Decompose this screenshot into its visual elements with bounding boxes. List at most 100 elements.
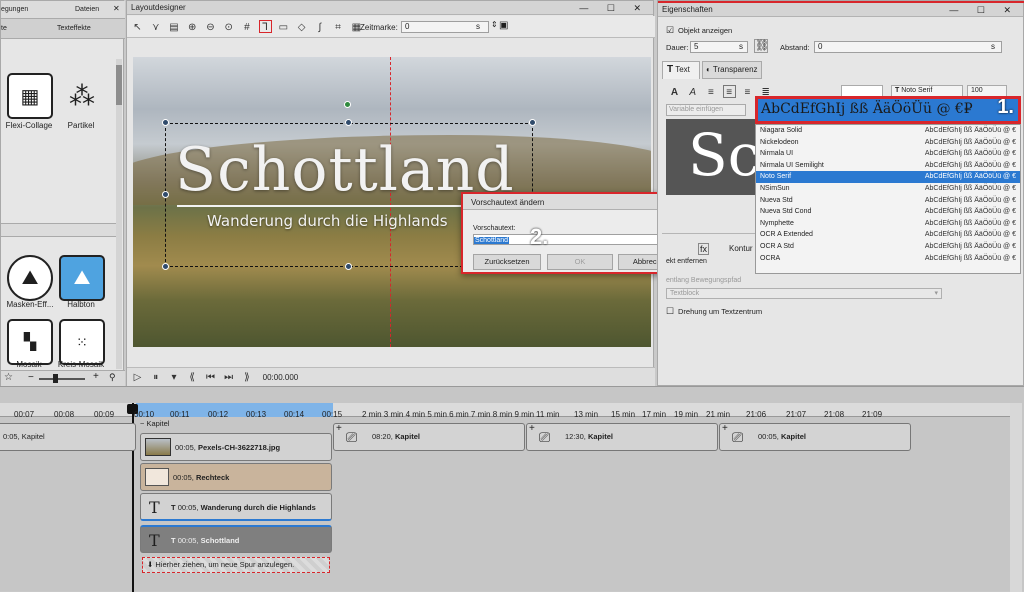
halftone-icon[interactable]: ⛰ [59,255,105,301]
search-icon[interactable]: ⚲ [109,372,116,383]
track-time: 00:05, [177,503,199,512]
font-option[interactable]: OCR A Extended AbCdEfGhIj ßß ÄäÖöÜü @ € [756,229,1020,241]
crop-icon[interactable]: ⌗ [332,21,345,34]
flexi-collage-icon[interactable]: ▦ [7,73,53,119]
duration-input[interactable]: 5 s [690,41,748,53]
zoom-out-icon[interactable]: − [28,372,34,383]
zeitmarke-input[interactable]: 0 s [401,21,489,33]
tab-effekte[interactable]: te [1,25,7,32]
mosaic-icon[interactable]: ▚ [7,319,53,365]
font-option[interactable]: Niagara Solid AbCdEfGhIj ßß ÄäÖöÜü @ € [756,125,1020,137]
align-left-icon[interactable]: ≡ [704,86,717,99]
add-icon[interactable]: + [722,416,728,442]
zoom-slider[interactable] [39,378,85,380]
clip-time: 08:20, [372,432,393,441]
font-option[interactable]: Nymphette AbCdEfGhIj ßß ÄäÖöÜü @ € [756,218,1020,230]
camera-icon[interactable]: ▭ [277,21,290,34]
grid-toggle-icon[interactable]: ▤ [167,21,180,34]
panel-title: Eigenschaften — ☐ ✕ [658,3,1023,17]
link-icon[interactable]: ⛓ [754,39,769,53]
font-option[interactable]: Nickelodeon AbCdEfGhIj ßß ÄäÖöÜü @ € [756,137,1020,149]
textblock-select[interactable]: Textblock ▾ [666,288,942,299]
grid-icon[interactable]: # [240,21,253,34]
timeline-scrollbar[interactable] [1010,403,1022,592]
add-keyframe-icon[interactable]: ◇ [295,21,308,34]
previous-icon[interactable]: ⟪ [186,371,199,384]
text-track-selected[interactable]: T T 00:05, Schottland [140,525,332,553]
shape-track[interactable]: 00:05, Rechteck [140,463,332,491]
zoom-in-icon[interactable]: + [93,371,99,382]
tab-transparency[interactable]: ◐ Transparenz [702,61,762,79]
chapter-clip[interactable]: 0:05, Kapitel [0,423,136,451]
font-option[interactable]: Nirmala UI Semilight AbCdEfGhIj ßß ÄäÖöÜü… [756,160,1020,172]
particle-icon[interactable]: ⁂ [59,73,105,119]
resize-handle[interactable] [529,119,536,126]
font-option[interactable]: Nirmala UI AbCdEfGhIj ßß ÄäÖöÜü @ € [756,148,1020,160]
tab-bewegungen[interactable]: egungen [1,6,28,13]
spin-arrows-icon[interactable]: ⇕ [491,20,498,29]
italic-icon[interactable]: A [686,86,699,99]
resize-handle[interactable] [162,191,169,198]
step-forward-icon[interactable]: ⏭ [222,371,235,384]
tab-dateien[interactable]: Dateien [75,6,99,13]
mask-effect-icon[interactable]: ⛰ [7,255,53,301]
font-option[interactable]: Nueva Std AbCdEfGhIj ßß ÄäÖöÜü @ € [756,195,1020,207]
font-option[interactable]: OCR A Std AbCdEfGhIj ßß ÄäÖöÜü @ € [756,241,1020,253]
next-icon[interactable]: ⟫ [240,371,253,384]
bold-icon[interactable]: A [668,86,681,99]
image-track[interactable]: 00:05, Pexels-CH-3622718.jpg [140,433,332,461]
chapter-clip[interactable]: + ⎚ 08:20, Kapitel [333,423,525,451]
hide-icon[interactable]: ⋎ [149,21,162,34]
cursor-icon[interactable]: ↖ [131,21,144,34]
zoom-slider-thumb[interactable] [53,374,58,383]
font-option[interactable]: NSimSun AbCdEfGhIj ßß ÄäÖöÜü @ € [756,183,1020,195]
save-icon[interactable]: ▣ [499,20,508,31]
align-center-icon[interactable]: ≡ [722,85,736,98]
window-buttons[interactable]: — ☐ ✕ [949,3,1019,17]
resize-handle[interactable] [162,263,169,270]
scrollbar[interactable] [116,59,122,369]
chapter-group[interactable]: − Kapitel [140,419,332,431]
rotate-handle[interactable] [344,101,351,108]
resize-handle[interactable] [345,263,352,270]
align-right-icon[interactable]: ≡ [741,86,754,99]
add-icon[interactable]: + [529,416,535,442]
zoom-out-icon[interactable]: ⊖ [204,21,217,34]
font-option[interactable]: OCRA AbCdEfGhIj ßß ÄäÖöÜü @ € [756,253,1020,265]
ok-button[interactable]: OK [547,254,613,270]
add-icon[interactable]: + [336,416,342,442]
distance-input[interactable]: 0 s [814,41,1002,53]
collapse-icon[interactable]: − [140,419,144,428]
text-track[interactable]: T T 00:05, Wanderung durch die Highlands [140,493,332,521]
chapter-clip[interactable]: + ⎚ 00:05, Kapitel [719,423,911,451]
remove-effect-label[interactable]: ekt entfernen [666,258,707,265]
rotate-checkbox[interactable]: ☐ [666,306,674,317]
curve-icon[interactable]: ∫ [313,21,326,34]
show-object-checkbox[interactable]: ☑ [666,25,674,36]
drop-zone[interactable]: ⬇ Hierher ziehen, um neue Spur anzulegen… [142,557,330,573]
path-icon[interactable]: ⅂ [258,20,272,33]
circle-mosaic-icon[interactable]: ⁙ [59,319,105,365]
font-option[interactable]: Nueva Std Cond AbCdEfGhIj ßß ÄäÖöÜü @ € [756,206,1020,218]
zoom-in-icon[interactable]: ⊕ [186,21,199,34]
star-icon[interactable]: ☆ [4,372,13,383]
resize-handle[interactable] [162,119,169,126]
variable-dropdown[interactable]: Variable einfügen [666,104,746,116]
duration-label: Dauer: [666,43,689,52]
font-preview-header[interactable]: AbCdEfGhIj ßß ÄäÖöÜü @ €₽ 1. [755,96,1021,124]
zoom-fit-icon[interactable]: ⊙ [222,21,235,34]
play-icon[interactable]: ▷ [131,371,144,384]
resize-handle[interactable] [345,119,352,126]
close-icon[interactable]: ✕ [113,4,120,13]
dropdown-icon[interactable]: ▾ [167,371,180,384]
step-back-icon[interactable]: ⏮ [204,371,217,384]
pause-icon[interactable]: ⏸ [149,371,162,384]
window-buttons[interactable]: — ☐ ✕ [579,1,649,15]
tab-texteffekte[interactable]: Texteffekte [57,25,91,32]
reset-button[interactable]: Zurücksetzen [473,254,541,270]
font-option-name: OCR A Std [760,242,794,250]
preview-text-input[interactable]: Schottland [473,234,683,245]
font-option[interactable]: Noto Serif AbCdEfGhIj ßß ÄäÖöÜü @ € [756,171,1020,183]
chapter-clip[interactable]: + ⎚ 12:30, Kapitel [526,423,718,451]
tab-text[interactable]: T Text [662,61,700,79]
